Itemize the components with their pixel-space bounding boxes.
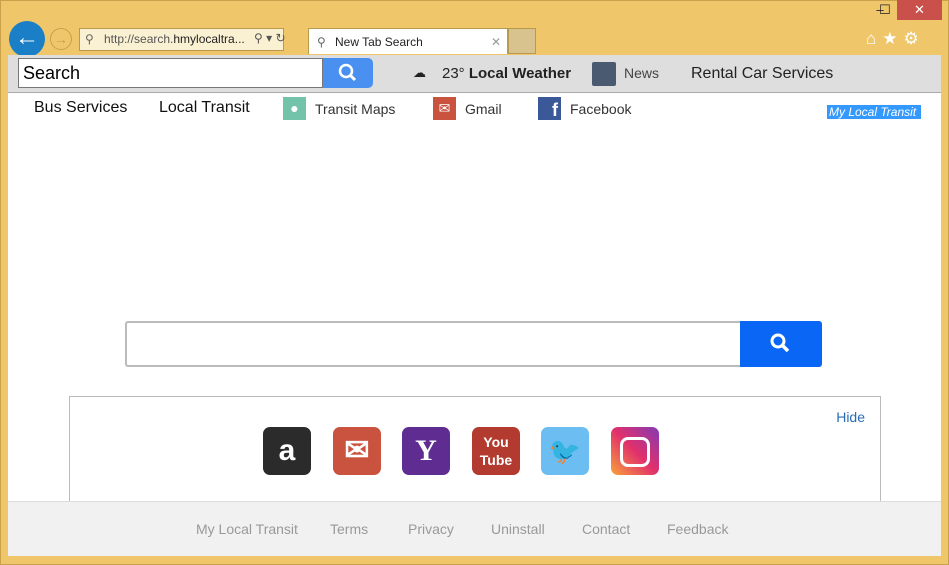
rental-car-link[interactable]: Rental Car Services bbox=[691, 65, 833, 83]
facebook-link[interactable]: Facebook bbox=[570, 101, 631, 117]
footer: My Local Transit Terms Privacy Uninstall… bbox=[8, 501, 941, 556]
search-icon bbox=[770, 333, 790, 353]
footer-link-uninstall[interactable]: Uninstall bbox=[491, 521, 545, 537]
page-content: Search ☁ 23° Local Weather News Rental C… bbox=[8, 55, 941, 556]
footer-link-my-local-transit[interactable]: My Local Transit bbox=[196, 521, 298, 537]
gmail-icon[interactable]: ✉ bbox=[333, 427, 381, 475]
footer-link-feedback[interactable]: Feedback bbox=[667, 521, 728, 537]
facebook-icon: f bbox=[538, 97, 561, 120]
gmail-link[interactable]: Gmail bbox=[465, 101, 502, 117]
back-button[interactable]: ← bbox=[9, 21, 45, 57]
main-search-input[interactable] bbox=[125, 321, 741, 367]
youtube-icon[interactable]: You Tube bbox=[472, 427, 520, 475]
transit-maps-link[interactable]: Transit Maps bbox=[315, 101, 395, 117]
instagram-icon[interactable] bbox=[611, 427, 659, 475]
weather-temp: 23° bbox=[442, 65, 465, 82]
amazon-icon[interactable]: a bbox=[263, 427, 311, 475]
bus-services-link[interactable]: Bus Services bbox=[34, 99, 127, 117]
tab-new-tab-search[interactable]: ⚲ New Tab Search ✕ bbox=[308, 28, 508, 54]
close-button[interactable]: ✕ bbox=[897, 0, 942, 20]
forward-button[interactable]: → bbox=[50, 28, 72, 50]
local-transit-link[interactable]: Local Transit bbox=[159, 99, 250, 117]
footer-link-contact[interactable]: Contact bbox=[582, 521, 630, 537]
close-tab-icon[interactable]: ✕ bbox=[491, 29, 501, 55]
weather-icon: ☁ bbox=[413, 65, 426, 80]
home-star-gear-icons[interactable]: ⌂★⚙ bbox=[866, 29, 925, 49]
search-icon: ⚲ bbox=[85, 32, 94, 46]
search-icon bbox=[338, 63, 357, 82]
map-pin-icon: ● bbox=[283, 97, 306, 120]
news-icon bbox=[592, 62, 616, 86]
gmail-icon: ✉ bbox=[433, 97, 456, 120]
toolbar-search-button[interactable] bbox=[323, 58, 373, 88]
footer-link-terms[interactable]: Terms bbox=[330, 521, 368, 537]
brand-logo-text: My Local Transit bbox=[827, 105, 921, 119]
maximize-button[interactable]: ☐ bbox=[870, 0, 900, 20]
main-search-button[interactable] bbox=[740, 321, 822, 367]
weather-label: Local Weather bbox=[468, 65, 572, 82]
yahoo-icon[interactable]: Y bbox=[402, 427, 450, 475]
search-toolbar: Search ☁ 23° Local Weather News Rental C… bbox=[8, 55, 941, 93]
weather-widget[interactable]: 23° Local Weather bbox=[442, 65, 571, 82]
new-tab-button[interactable] bbox=[508, 28, 536, 54]
address-actions-icons[interactable]: ⚲ ▾ ↻ bbox=[254, 31, 286, 45]
twitter-icon[interactable]: 🐦 bbox=[541, 427, 589, 475]
shortcuts-panel: Hide a ✉ Y You Tube 🐦 bbox=[69, 396, 881, 506]
search-icon: ⚲ bbox=[317, 35, 326, 49]
news-link[interactable]: News bbox=[624, 65, 659, 81]
footer-link-privacy[interactable]: Privacy bbox=[408, 521, 454, 537]
tab-title: New Tab Search bbox=[335, 35, 423, 49]
hide-link[interactable]: Hide bbox=[836, 409, 865, 425]
url-prefix: http://search. bbox=[104, 32, 174, 46]
toolbar-search-input[interactable]: Search bbox=[18, 58, 323, 88]
url-host: hmylocaltra... bbox=[173, 32, 245, 46]
